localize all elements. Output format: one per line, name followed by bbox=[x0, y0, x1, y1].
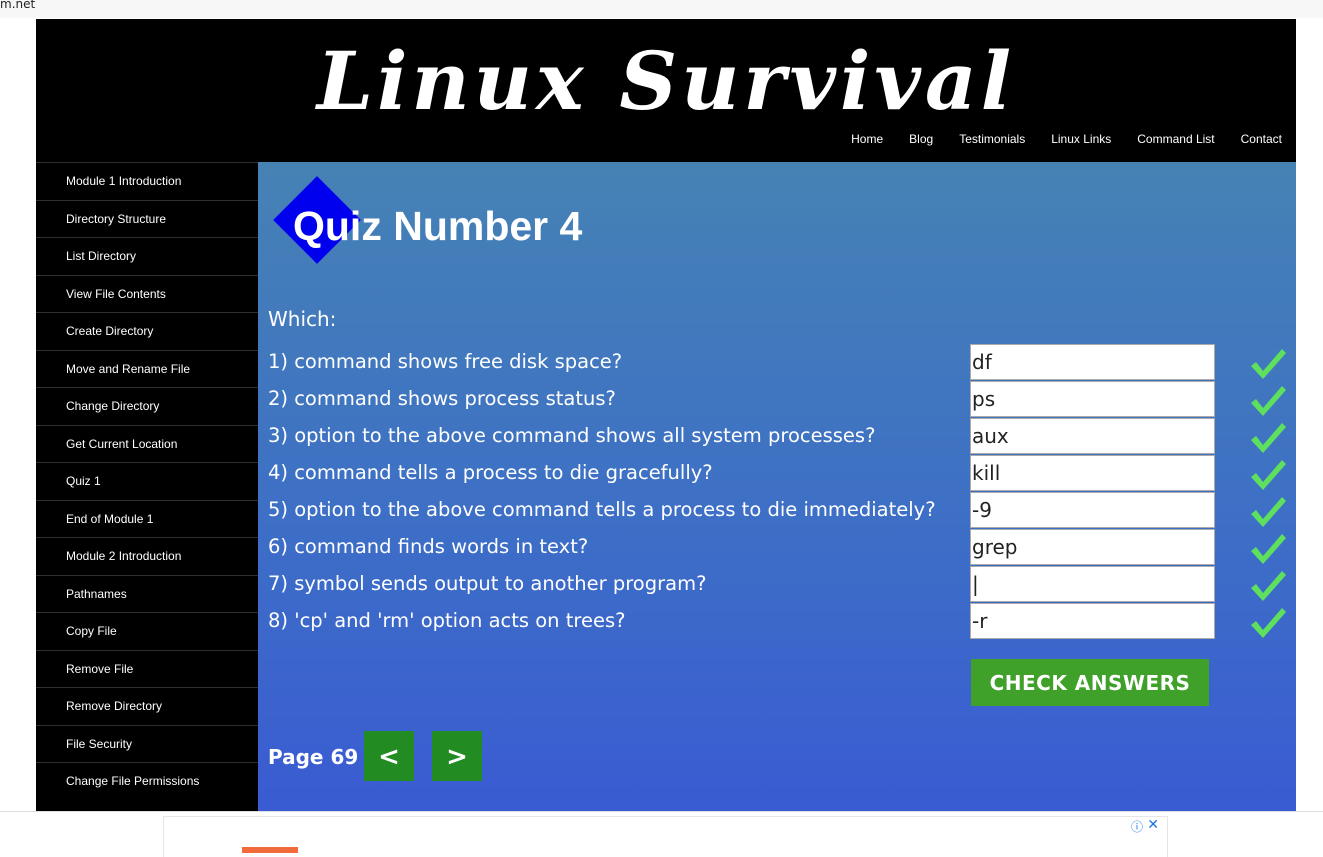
sidebar-item-change-file-permissions[interactable]: Change File Permissions bbox=[36, 762, 258, 800]
question-row: 7) symbol sends output to another progra… bbox=[268, 566, 1298, 603]
sidebar-menu: Module 1 Introduction Directory Structure… bbox=[36, 162, 258, 811]
sidebar-item-end-of-module-1[interactable]: End of Module 1 bbox=[36, 499, 258, 538]
question-row: 2) command shows process status? bbox=[268, 381, 1298, 418]
ad-banner: ⓘ ✕ bbox=[0, 811, 1323, 857]
url-text: m.net bbox=[0, 0, 36, 11]
answer-input[interactable] bbox=[970, 529, 1215, 565]
sidebar-item-move-and-rename-file[interactable]: Move and Rename File bbox=[36, 349, 258, 388]
question-text: 2) command shows process status? bbox=[268, 387, 616, 410]
sidebar-item-create-directory[interactable]: Create Directory bbox=[36, 312, 258, 350]
checkmark-icon bbox=[1251, 349, 1286, 379]
question-row: 6) command finds words in text? bbox=[268, 529, 1298, 566]
ad-info-icon[interactable]: ⓘ bbox=[1131, 818, 1143, 835]
ad-close-icon[interactable]: ✕ bbox=[1147, 817, 1159, 833]
question-text: 6) command finds words in text? bbox=[268, 535, 589, 558]
sidebar-item-quiz-1[interactable]: Quiz 1 bbox=[36, 462, 258, 500]
question-row: 3) option to the above command shows all… bbox=[268, 418, 1298, 455]
check-answers-button[interactable]: CHECK ANSWERS bbox=[971, 659, 1209, 706]
sidebar-item-get-current-location[interactable]: Get Current Location bbox=[36, 424, 258, 463]
next-page-button[interactable]: > bbox=[432, 731, 482, 781]
nav-link-testimonials[interactable]: Testimonials bbox=[959, 132, 1025, 152]
nav-link-contact[interactable]: Contact bbox=[1241, 132, 1282, 152]
question-text: 7) symbol sends output to another progra… bbox=[268, 572, 707, 595]
nav-link-command-list[interactable]: Command List bbox=[1137, 132, 1214, 152]
sidebar-item-module-2-introduction[interactable]: Module 2 Introduction bbox=[36, 537, 258, 575]
checkmark-icon bbox=[1251, 460, 1286, 490]
sidebar-item-change-directory[interactable]: Change Directory bbox=[36, 387, 258, 425]
answer-input[interactable] bbox=[970, 418, 1215, 454]
answer-input[interactable] bbox=[970, 381, 1215, 417]
sidebar-item-remove-directory[interactable]: Remove Directory bbox=[36, 687, 258, 725]
site-banner: Linux Survival Home Blog Testimonials Linux… bbox=[36, 19, 1296, 162]
answer-input[interactable] bbox=[970, 492, 1215, 528]
sidebar-item-directory-structure[interactable]: Directory Structure bbox=[36, 199, 258, 238]
nav-link-home[interactable]: Home bbox=[851, 132, 883, 152]
checkmark-icon bbox=[1251, 608, 1286, 638]
sidebar-item-copy-file[interactable]: Copy File bbox=[36, 612, 258, 650]
question-text: 3) option to the above command shows all… bbox=[268, 424, 876, 447]
sidebar-item-view-file-contents[interactable]: View File Contents bbox=[36, 274, 258, 313]
question-row: 1) command shows free disk space? bbox=[268, 344, 1298, 381]
question-text: 1) command shows free disk space? bbox=[268, 350, 623, 373]
question-text: 5) option to the above command tells a p… bbox=[268, 498, 936, 521]
sidebar-item-file-security[interactable]: File Security bbox=[36, 724, 258, 763]
quiz-intro: Which: bbox=[268, 307, 337, 331]
checkmark-icon bbox=[1251, 423, 1286, 453]
sidebar-item-remove-file[interactable]: Remove File bbox=[36, 649, 258, 688]
nav-link-blog[interactable]: Blog bbox=[909, 132, 933, 152]
question-row: 4) command tells a process to die gracef… bbox=[268, 455, 1298, 492]
answer-input[interactable] bbox=[970, 455, 1215, 491]
sidebar-item-module-1-introduction[interactable]: Module 1 Introduction bbox=[36, 162, 258, 200]
page-number: Page 69 bbox=[268, 745, 359, 769]
quiz-title: Quiz Number 4 bbox=[293, 203, 583, 249]
question-row: 8) 'cp' and 'rm' option acts on trees? bbox=[268, 603, 1298, 640]
nav-link-linux-links[interactable]: Linux Links bbox=[1051, 132, 1111, 152]
site-title[interactable]: Linux Survival bbox=[36, 31, 1296, 131]
answer-input[interactable] bbox=[970, 566, 1215, 602]
sidebar-item-pathnames[interactable]: Pathnames bbox=[36, 574, 258, 613]
checkmark-icon bbox=[1251, 571, 1286, 601]
answer-input[interactable] bbox=[970, 603, 1215, 639]
question-row: 5) option to the above command tells a p… bbox=[268, 492, 1298, 529]
ad-logo bbox=[242, 847, 298, 853]
quiz-content: Quiz Number 4 Which: 1) command shows fr… bbox=[258, 162, 1296, 811]
question-text: 8) 'cp' and 'rm' option acts on trees? bbox=[268, 609, 626, 632]
answer-input[interactable] bbox=[970, 344, 1215, 380]
top-navigation: Home Blog Testimonials Linux Links Command L… bbox=[851, 132, 1296, 152]
previous-page-button[interactable]: < bbox=[364, 731, 414, 781]
sidebar-item-list-directory[interactable]: List Directory bbox=[36, 237, 258, 275]
browser-url-strip: m.net bbox=[0, 0, 1323, 18]
question-text: 4) command tells a process to die gracef… bbox=[268, 461, 713, 484]
checkmark-icon bbox=[1251, 386, 1286, 416]
checkmark-icon bbox=[1251, 497, 1286, 527]
checkmark-icon bbox=[1251, 534, 1286, 564]
page-frame: Linux Survival Home Blog Testimonials Linux… bbox=[36, 19, 1296, 811]
